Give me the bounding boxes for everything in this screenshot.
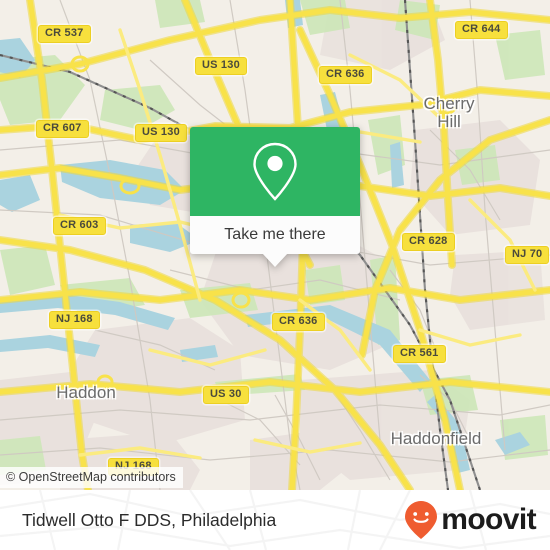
callout-header — [190, 127, 360, 216]
road-shield: US 130 — [195, 57, 247, 75]
road-shield: CR 603 — [53, 217, 106, 235]
moovit-wordmark: moovit — [441, 503, 536, 536]
road-shield: CR 537 — [38, 25, 91, 43]
map-pin-icon — [253, 142, 297, 201]
place-label-line: Haddon — [56, 383, 116, 402]
osm-attribution[interactable]: © OpenStreetMap contributors — [0, 467, 183, 488]
place-label-line: Hill — [437, 112, 461, 131]
road-shield: CR 644 — [455, 21, 508, 39]
place-label-haddonfield: Haddonfield — [391, 430, 482, 448]
place-label-line: Cherry — [423, 94, 475, 113]
place-label-cherry-hill: Cherry Hill — [423, 95, 474, 131]
road-shield: NJ 70 — [505, 246, 550, 264]
moovit-pin-icon — [405, 501, 438, 539]
callout-pointer — [262, 253, 288, 267]
road-shield: NJ 168 — [49, 311, 100, 329]
road-shield: CR 607 — [36, 120, 89, 138]
moovit-logo[interactable]: moovit — [404, 490, 537, 550]
road-shield: US 130 — [135, 124, 187, 142]
road-shield: US 30 — [203, 386, 249, 404]
road-shield: CR 636 — [319, 66, 372, 84]
place-title: Tidwell Otto F DDS, Philadelphia — [22, 509, 277, 530]
place-label-haddon: Haddon — [56, 384, 116, 402]
moovit-map-screenshot: CR 537 US 130 CR 636 CR 644 CR 607 US 13… — [0, 0, 550, 550]
map-callout-popup[interactable]: Take me there — [190, 127, 360, 267]
take-me-there-label: Take me there — [224, 226, 326, 243]
road-shield: CR 561 — [393, 345, 446, 363]
footer-bar: Tidwell Otto F DDS, Philadelphia moovit — [0, 490, 550, 550]
road-shield: CR 628 — [402, 233, 455, 251]
callout-action[interactable]: Take me there — [190, 216, 360, 254]
place-label-line: Haddonfield — [390, 429, 482, 448]
map-canvas[interactable]: CR 537 US 130 CR 636 CR 644 CR 607 US 13… — [0, 0, 550, 490]
road-shield: CR 636 — [272, 313, 325, 331]
